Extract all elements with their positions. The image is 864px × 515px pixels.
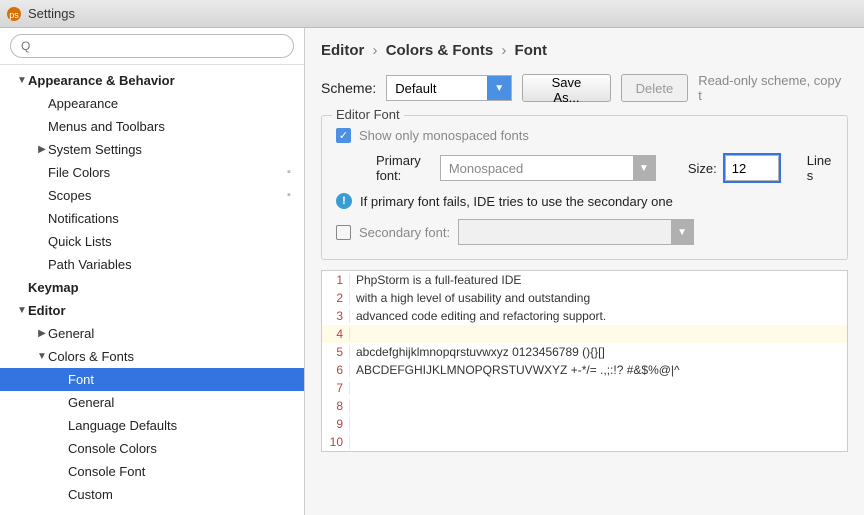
tree-item-quick-lists[interactable]: Quick Lists (0, 230, 304, 253)
line-number: 3 (322, 309, 350, 323)
line-number: 5 (322, 345, 350, 359)
secondary-font-value (459, 220, 671, 244)
tree-item-editor[interactable]: ▼Editor (0, 299, 304, 322)
chevron-down-icon[interactable]: ▼ (487, 76, 511, 100)
tree-item-appearance-behavior[interactable]: ▼Appearance & Behavior (0, 69, 304, 92)
search-input[interactable] (10, 34, 294, 58)
linespacing-label: Line s (807, 153, 833, 183)
chevron-down-icon[interactable]: ▼ (633, 156, 655, 180)
scheme-value[interactable] (387, 76, 487, 100)
chevron-down-icon: ▼ (36, 351, 48, 362)
size-label: Size: (688, 161, 717, 176)
app-icon: ps (6, 6, 22, 22)
settings-tree-panel: ▼Appearance & Behavior Appearance Menus … (0, 28, 305, 515)
scheme-label: Scheme: (321, 80, 376, 96)
title-bar: ps Settings (0, 0, 864, 28)
primary-font-label: Primary font: (376, 153, 432, 183)
tree-item-scopes[interactable]: Scopes▪ (0, 184, 304, 207)
line-number: 8 (322, 399, 350, 413)
chevron-right-icon: › (501, 42, 506, 59)
tree-item-notifications[interactable]: Notifications (0, 207, 304, 230)
readonly-note: Read-only scheme, copy t (698, 73, 848, 103)
tree-item-custom[interactable]: Custom (0, 483, 304, 506)
font-preview: 1PhpStorm is a full-featured IDE 2with a… (321, 270, 848, 452)
tree-item-font[interactable]: Font (0, 368, 304, 391)
crumb-3: Font (515, 42, 547, 59)
tree-item-console-colors[interactable]: Console Colors (0, 437, 304, 460)
settings-detail-panel: Editor › Colors & Fonts › Font Scheme: ▼… (305, 28, 864, 515)
crumb-2: Colors & Fonts (386, 42, 494, 59)
secondary-font-combo[interactable]: ▼ (458, 219, 694, 245)
line-number: 9 (322, 417, 350, 431)
tree-item-cf-general[interactable]: General (0, 391, 304, 414)
line-number: 6 (322, 363, 350, 377)
show-monospaced-checkbox[interactable]: ✓ (336, 128, 351, 143)
project-icon: ▪ (282, 166, 296, 180)
delete-button: Delete (621, 74, 689, 102)
size-input[interactable] (725, 155, 779, 181)
tree-item-appearance[interactable]: Appearance (0, 92, 304, 115)
chevron-down-icon: ▼ (16, 75, 28, 86)
svg-text:ps: ps (9, 10, 19, 20)
chevron-right-icon: › (373, 42, 378, 59)
breadcrumb: Editor › Colors & Fonts › Font (305, 28, 864, 67)
scheme-combo[interactable]: ▼ (386, 75, 512, 101)
line-number: 10 (322, 435, 350, 449)
primary-font-combo[interactable]: ▼ (440, 155, 656, 181)
secondary-font-label: Secondary font: (359, 225, 450, 240)
project-icon: ▪ (282, 189, 296, 203)
tree-item-language-defaults[interactable]: Language Defaults (0, 414, 304, 437)
line-number: 2 (322, 291, 350, 305)
show-monospaced-label: Show only monospaced fonts (359, 128, 529, 143)
line-number: 1 (322, 273, 350, 287)
tree-item-path-variables[interactable]: Path Variables (0, 253, 304, 276)
save-as-button[interactable]: Save As... (522, 74, 610, 102)
secondary-font-checkbox[interactable] (336, 225, 351, 240)
editor-font-group: Editor Font ✓ Show only monospaced fonts… (321, 115, 848, 260)
settings-tree: ▼Appearance & Behavior Appearance Menus … (0, 65, 304, 515)
chevron-down-icon[interactable]: ▼ (671, 220, 693, 244)
window-title: Settings (28, 6, 75, 21)
editor-font-legend: Editor Font (332, 107, 404, 122)
line-number: 4 (322, 327, 350, 341)
info-text: If primary font fails, IDE tries to use … (360, 194, 673, 209)
tree-item-file-colors[interactable]: File Colors▪ (0, 161, 304, 184)
crumb-1: Editor (321, 42, 364, 59)
chevron-right-icon: ▶ (36, 328, 48, 339)
chevron-down-icon: ▼ (16, 305, 28, 316)
chevron-right-icon: ▶ (36, 144, 48, 155)
tree-item-general[interactable]: ▶General (0, 322, 304, 345)
info-icon: ! (336, 193, 352, 209)
tree-item-menus-toolbars[interactable]: Menus and Toolbars (0, 115, 304, 138)
tree-item-keymap[interactable]: Keymap (0, 276, 304, 299)
tree-item-colors-fonts[interactable]: ▼Colors & Fonts (0, 345, 304, 368)
tree-item-system-settings[interactable]: ▶System Settings (0, 138, 304, 161)
primary-font-value[interactable] (441, 156, 633, 180)
line-number: 7 (322, 381, 350, 395)
tree-item-console-font[interactable]: Console Font (0, 460, 304, 483)
